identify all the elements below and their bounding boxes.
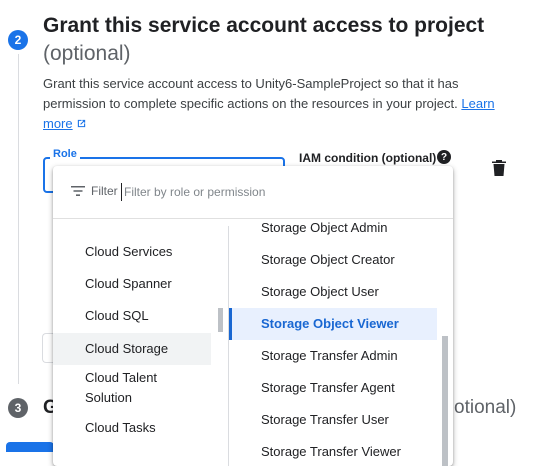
left-item-cloud-sql[interactable]: Cloud SQL <box>53 306 211 326</box>
right-item-storage-transfer-user[interactable]: Storage Transfer User <box>229 410 437 430</box>
left-item-cloud-talent-solution[interactable]: Cloud Talent Solution <box>53 368 203 408</box>
left-item-cloud-tasks[interactable]: Cloud Tasks <box>53 418 211 438</box>
left-item-cloud-services[interactable]: Cloud Services <box>53 242 211 262</box>
step-connector-line <box>18 54 19 384</box>
step-2-optional: (optional) <box>43 42 131 65</box>
role-dropdown: Filter Cloud Services Cloud Spanner Clou… <box>53 166 453 466</box>
filter-input[interactable] <box>121 183 426 201</box>
right-item-storage-transfer-agent[interactable]: Storage Transfer Agent <box>229 378 437 398</box>
step-3-optional: otional) <box>454 397 517 418</box>
role-label: Role <box>50 148 80 160</box>
step-3-badge: 3 <box>8 398 28 418</box>
left-scrollbar[interactable] <box>218 308 223 332</box>
left-item-cloud-spanner[interactable]: Cloud Spanner <box>53 274 211 294</box>
step-2-badge: 2 <box>8 30 28 50</box>
right-item-storage-object-viewer[interactable]: Storage Object Viewer <box>229 308 437 340</box>
filter-row: Filter <box>53 166 453 219</box>
right-item-storage-object-creator[interactable]: Storage Object Creator <box>229 250 437 270</box>
trash-icon[interactable] <box>492 160 506 181</box>
iam-condition-label: IAM condition (optional) <box>299 151 437 165</box>
right-scrollbar[interactable] <box>442 336 448 466</box>
continue-button-edge[interactable] <box>6 442 54 452</box>
description-text: Grant this service account access to Uni… <box>43 76 459 111</box>
right-item-storage-transfer-viewer[interactable]: Storage Transfer Viewer <box>229 442 437 462</box>
step-2-title: Grant this service account access to pro… <box>43 14 485 37</box>
filter-label: Filter <box>91 184 118 198</box>
right-item-storage-object-user[interactable]: Storage Object User <box>229 282 437 302</box>
right-item-storage-object-admin[interactable]: Storage Object Admin <box>229 218 437 238</box>
help-icon[interactable]: ? <box>437 150 451 164</box>
step-2-description: Grant this service account access to Uni… <box>43 74 513 134</box>
right-item-storage-transfer-admin[interactable]: Storage Transfer Admin <box>229 346 437 366</box>
step-2-number: 2 <box>14 33 22 47</box>
left-item-cloud-storage[interactable]: Cloud Storage <box>53 333 211 365</box>
filter-icon <box>71 186 85 196</box>
step-3-number: 3 <box>14 401 22 415</box>
external-link-icon <box>77 119 85 128</box>
